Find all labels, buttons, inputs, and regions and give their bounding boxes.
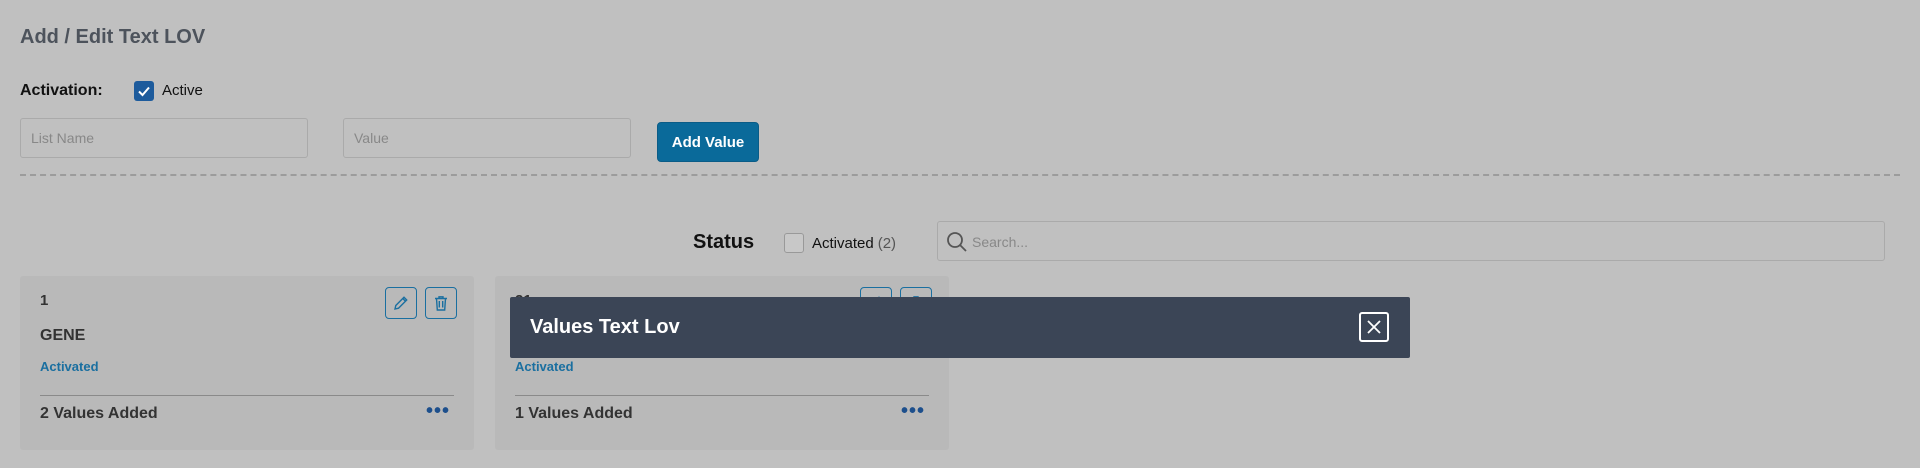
active-checkbox-label[interactable]: Active [162, 82, 203, 99]
edit-button[interactable] [385, 287, 417, 319]
activation-label: Activation: [20, 82, 103, 99]
values-modal-header: Values Text Lov [510, 297, 1410, 358]
card-status: Activated [515, 359, 574, 374]
check-icon [138, 86, 150, 97]
search-box[interactable] [937, 221, 1885, 262]
activated-filter-count: (2) [877, 235, 897, 252]
search-icon [947, 232, 967, 252]
activated-filter-label[interactable]: Activated (2) [812, 235, 896, 252]
card-values-count: 2 Values Added [40, 405, 158, 422]
card-status: Activated [40, 359, 99, 374]
section-divider [20, 174, 1900, 176]
modal-close-button[interactable] [1359, 312, 1389, 342]
activated-filter-text: Activated [812, 235, 874, 252]
card-name: GENE [40, 327, 86, 344]
modal-title: Values Text Lov [530, 316, 680, 338]
pencil-icon [394, 296, 408, 310]
status-filter-label: Status [693, 231, 755, 253]
card-divider [40, 395, 454, 396]
close-icon [1367, 320, 1381, 334]
trash-icon [435, 296, 447, 311]
delete-button[interactable] [425, 287, 457, 319]
lov-card: 1 GENE Activated 2 Values Added ••• [20, 276, 474, 450]
search-input[interactable] [970, 222, 1874, 262]
more-dots-icon[interactable]: ••• [426, 400, 450, 423]
card-values-count: 1 Values Added [515, 405, 633, 422]
value-input[interactable] [343, 118, 631, 158]
activated-filter-checkbox[interactable] [784, 233, 804, 253]
card-divider [515, 395, 929, 396]
add-value-button[interactable]: Add Value [657, 122, 759, 162]
card-number: 1 [40, 292, 49, 309]
more-dots-icon[interactable]: ••• [901, 400, 925, 423]
list-name-input[interactable] [20, 118, 308, 158]
active-checkbox[interactable] [134, 81, 154, 101]
page-title: Add / Edit Text LOV [20, 26, 206, 48]
